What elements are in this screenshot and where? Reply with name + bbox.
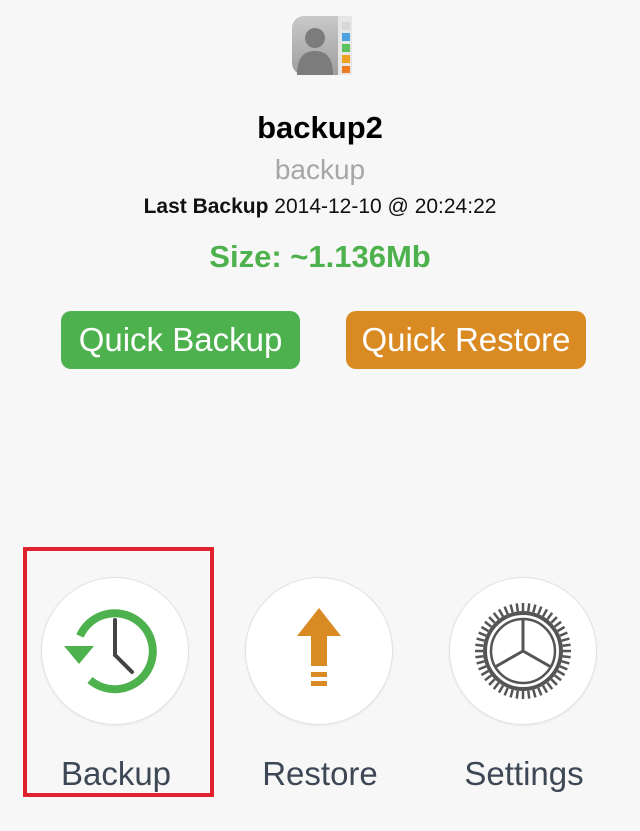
gear-tooth <box>526 603 531 612</box>
gear-tooth <box>475 654 484 659</box>
last-backup-label: Last Backup <box>143 195 269 218</box>
gear-tooth <box>561 660 570 665</box>
tab-restore[interactable]: Restore <box>245 575 395 805</box>
gear-tooth <box>553 674 562 682</box>
backup-clock-icon <box>64 609 157 694</box>
gear-tooth <box>478 665 487 671</box>
gear-tooth <box>562 654 571 659</box>
backup-subtitle: backup <box>274 154 366 185</box>
tab-settings[interactable]: Settings <box>449 575 599 805</box>
gear-tooth <box>515 690 520 699</box>
restore-tab-circle[interactable] <box>245 577 393 725</box>
gear-tooth <box>497 608 505 617</box>
gear-tooth <box>475 643 484 648</box>
gear-tooth <box>537 606 543 615</box>
tab-settings-label: Settings <box>464 755 584 792</box>
backup-tab-circle[interactable] <box>41 577 189 725</box>
gear-tooth <box>562 643 571 648</box>
gear-tooth <box>478 631 487 637</box>
gear-tooth <box>480 625 489 633</box>
gear-tooth <box>476 637 485 642</box>
gear-tooth <box>509 689 514 698</box>
gear-tooth <box>546 612 554 621</box>
gear-tooth <box>492 681 500 690</box>
gear-tooth <box>503 687 509 696</box>
backup-name: backup2 <box>257 110 383 145</box>
gear-tooth <box>532 689 537 698</box>
tab-backup-label: Backup <box>60 755 172 792</box>
last-backup-value: 2014-12-10 @ 20:24:22 <box>274 195 497 218</box>
app-screen: backup2 backup Last Backup 2014-12-10 @ … <box>0 0 640 831</box>
gear-tooth <box>550 616 558 624</box>
gear-tooth <box>488 678 496 686</box>
gear-tooth <box>480 669 489 677</box>
gear-tooth <box>488 616 496 624</box>
gear-tooth <box>497 685 505 694</box>
gear-tooth <box>532 604 537 613</box>
gear-tooth <box>476 660 485 665</box>
gear-tooth <box>550 678 558 686</box>
gear-icon <box>475 603 571 699</box>
gear-tooth <box>559 665 568 671</box>
settings-tab-circle[interactable] <box>449 577 597 725</box>
gear-tooth <box>557 669 566 677</box>
gear-tooth <box>492 612 500 621</box>
gear-tooth <box>526 690 531 699</box>
gear-tooth <box>484 620 493 628</box>
gear-tooth <box>515 603 520 612</box>
gear-tooth <box>541 608 549 617</box>
gear-tooth <box>541 685 549 694</box>
contacts-icon <box>292 16 352 75</box>
gear-tooth <box>537 687 543 696</box>
gear-tooth <box>553 620 562 628</box>
gear-tooth <box>559 631 568 637</box>
gear-tooth <box>503 606 509 615</box>
upload-arrow-icon <box>297 608 341 686</box>
gear-tooth <box>484 674 493 682</box>
quick-restore-button[interactable]: Quick Restore <box>346 311 586 369</box>
last-backup-info: Last Backup 2014-12-10 @ 20:24:22 <box>0 195 640 219</box>
tab-restore-label: Restore <box>262 755 378 792</box>
gear-tooth <box>557 625 566 633</box>
gear-tooth <box>546 681 554 690</box>
gear-tooth <box>509 604 514 613</box>
backup-size: Size: ~1.136Mb <box>209 239 431 274</box>
gear-tooth <box>561 637 570 642</box>
quick-backup-button[interactable]: Quick Backup <box>61 311 300 369</box>
tab-backup[interactable]: Backup <box>41 575 191 805</box>
